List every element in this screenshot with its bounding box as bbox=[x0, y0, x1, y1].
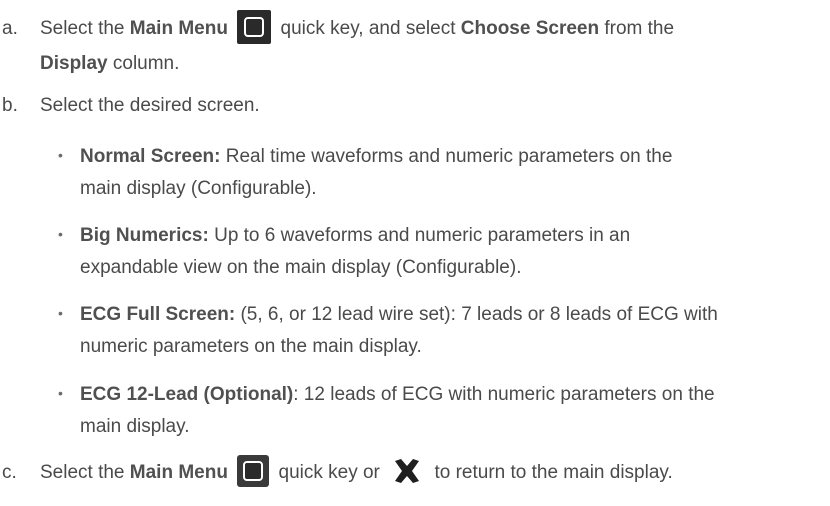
bullet-icon: • bbox=[58, 226, 63, 242]
bullet-continuation: main display (Configurable). bbox=[80, 178, 317, 199]
step-c-line: Select the Main Menu quick key or to ret… bbox=[40, 454, 673, 490]
main-menu-label: Main Menu bbox=[129, 462, 228, 483]
bullet-icon: • bbox=[58, 385, 63, 401]
step-a-line2: Display column. bbox=[40, 53, 180, 74]
display-label: Display bbox=[40, 53, 108, 74]
list-item: • Big Numerics: Up to 6 waveforms and num… bbox=[58, 217, 630, 253]
bullet-title: Normal Screen: bbox=[80, 146, 221, 167]
list-item: • Normal Screen: Real time waveforms and … bbox=[58, 138, 672, 174]
bullet-icon: • bbox=[58, 305, 63, 321]
close-x-icon bbox=[391, 455, 423, 487]
bullet-title: ECG Full Screen: bbox=[80, 304, 236, 325]
bullet-continuation: numeric parameters on the main display. bbox=[80, 336, 422, 357]
bullet-continuation: main display. bbox=[80, 416, 190, 437]
choose-screen-label: Choose Screen bbox=[460, 18, 600, 40]
main-menu-label: Main Menu bbox=[129, 18, 228, 40]
main-menu-icon bbox=[237, 10, 272, 44]
step-b: b. Select the desired screen. bbox=[0, 89, 260, 123]
step-c: c. Select the Main Menu quick key or to … bbox=[0, 454, 673, 490]
bullet-title: ECG 12-Lead (Optional) bbox=[80, 384, 294, 405]
bullet-title: Big Numerics: bbox=[80, 225, 209, 246]
bullet-continuation: expandable view on the main display (Con… bbox=[80, 257, 522, 278]
main-menu-icon bbox=[237, 454, 270, 487]
step-b-text: Select the desired screen. bbox=[40, 95, 260, 116]
bullet-icon: • bbox=[58, 147, 63, 163]
step-a-line1: Select the Main Menu quick key, and sele… bbox=[40, 10, 674, 46]
step-marker: b. bbox=[2, 95, 18, 116]
list-item: • ECG 12-Lead (Optional): 12 leads of ECG… bbox=[58, 376, 715, 412]
list-item: • ECG Full Screen: (5, 6, or 12 lead wire… bbox=[58, 296, 718, 332]
step-a: a. Select the Main Menu quick key, and s… bbox=[0, 10, 674, 46]
step-marker: a. bbox=[2, 18, 18, 39]
step-marker: c. bbox=[2, 462, 17, 483]
